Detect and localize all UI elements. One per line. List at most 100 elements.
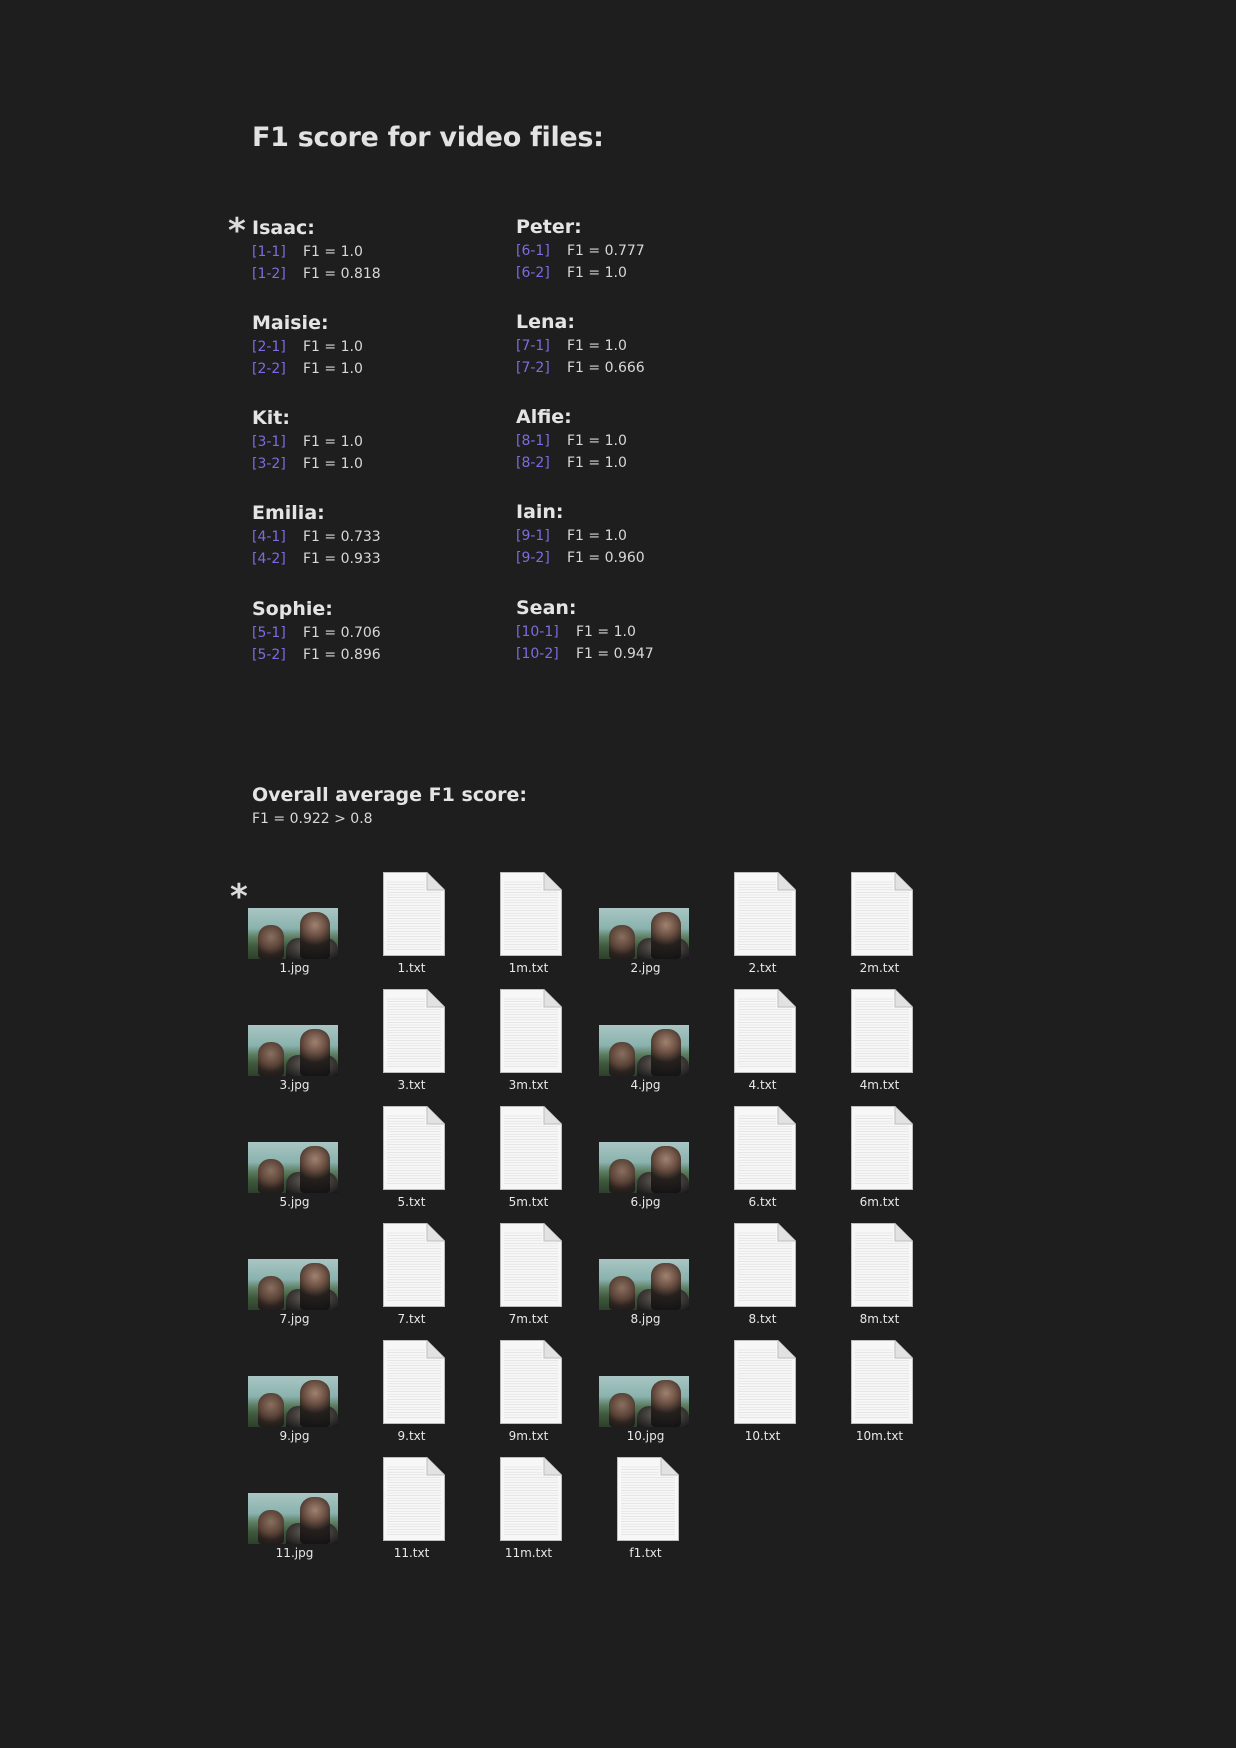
asterisk-marker-scores: * <box>228 211 246 251</box>
run-link[interactable]: [5-2] <box>252 644 286 666</box>
image-file-item[interactable]: 10.jpg <box>587 1340 704 1457</box>
score-value: F1 = 0.706 <box>303 625 381 641</box>
image-file-item[interactable]: 9.jpg <box>236 1340 353 1457</box>
text-file-item[interactable]: 9m.txt <box>470 1340 587 1457</box>
image-file-item[interactable]: 6.jpg <box>587 1106 704 1223</box>
text-file-icon <box>383 989 445 1073</box>
text-file-item[interactable]: 3m.txt <box>470 989 587 1106</box>
score-row: [9-1] F1 = 1.0 <box>516 525 736 547</box>
document-icon <box>851 1340 913 1424</box>
person-name: Isaac: <box>252 217 315 239</box>
image-thumbnail <box>599 1142 689 1193</box>
run-link[interactable]: [10-2] <box>516 643 559 665</box>
image-file-item[interactable]: 5.jpg <box>236 1106 353 1223</box>
file-name-label: 3m.txt <box>508 1078 549 1092</box>
text-file-item[interactable]: 10.txt <box>704 1340 821 1457</box>
image-file-item[interactable]: 1.jpg <box>236 872 353 989</box>
text-file-item[interactable]: 2m.txt <box>821 872 938 989</box>
image-file-item[interactable]: 7.jpg <box>236 1223 353 1340</box>
text-file-icon <box>500 1106 562 1190</box>
document-icon <box>617 1457 679 1541</box>
text-file-icon <box>500 1457 562 1541</box>
image-file-item[interactable]: 2.jpg <box>587 872 704 989</box>
image-file-item[interactable]: 11.jpg <box>236 1457 353 1574</box>
person-name: Kit: <box>252 407 290 429</box>
file-name-label: 9.jpg <box>279 1429 310 1443</box>
file-name-label: 4.jpg <box>630 1078 661 1092</box>
text-file-item[interactable]: 9.txt <box>353 1340 470 1457</box>
score-row: [6-2] F1 = 1.0 <box>516 262 736 284</box>
text-file-item[interactable]: 8m.txt <box>821 1223 938 1340</box>
run-link[interactable]: [4-2] <box>252 548 286 570</box>
text-file-icon <box>500 1223 562 1307</box>
image-file-item[interactable]: 3.jpg <box>236 989 353 1106</box>
document-icon <box>500 1223 562 1307</box>
run-link[interactable]: [2-2] <box>252 358 286 380</box>
person-name: Emilia: <box>252 502 325 524</box>
text-file-item[interactable]: 4.txt <box>704 989 821 1106</box>
image-file-item[interactable]: 4.jpg <box>587 989 704 1106</box>
run-link[interactable]: [5-1] <box>252 622 286 644</box>
run-link[interactable]: [10-1] <box>516 621 559 643</box>
text-file-icon <box>734 1223 796 1307</box>
text-file-item[interactable]: 3.txt <box>353 989 470 1106</box>
file-name-label: f1.txt <box>629 1546 662 1560</box>
document-icon <box>500 989 562 1073</box>
text-file-item[interactable]: 1m.txt <box>470 872 587 989</box>
run-link[interactable]: [1-2] <box>252 263 286 285</box>
run-link[interactable]: [7-2] <box>516 357 550 379</box>
file-name-label: 6.jpg <box>630 1195 661 1209</box>
text-file-item[interactable]: 6.txt <box>704 1106 821 1223</box>
text-file-item[interactable]: f1.txt <box>587 1457 704 1574</box>
run-link[interactable]: [1-1] <box>252 241 286 263</box>
file-name-label: 4.txt <box>748 1078 777 1092</box>
person-name: Iain: <box>516 501 564 523</box>
text-file-item[interactable]: 7m.txt <box>470 1223 587 1340</box>
text-file-item[interactable]: 6m.txt <box>821 1106 938 1223</box>
document-icon <box>500 872 562 956</box>
score-row: [8-2] F1 = 1.0 <box>516 452 736 474</box>
file-name-label: 6m.txt <box>859 1195 900 1209</box>
document-icon <box>734 989 796 1073</box>
run-link[interactable]: [3-2] <box>252 453 286 475</box>
text-file-icon <box>734 1106 796 1190</box>
text-file-item[interactable]: 10m.txt <box>821 1340 938 1457</box>
run-link[interactable]: [8-2] <box>516 452 550 474</box>
person-block-kit: Kit: [3-1] F1 = 1.0 [3-2] F1 = 1.0 <box>252 406 472 475</box>
run-link[interactable]: [2-1] <box>252 336 286 358</box>
text-file-item[interactable]: 8.txt <box>704 1223 821 1340</box>
text-file-item[interactable]: 11.txt <box>353 1457 470 1574</box>
text-file-item[interactable]: 4m.txt <box>821 989 938 1106</box>
score-value: F1 = 0.960 <box>567 550 645 566</box>
text-file-item[interactable]: 11m.txt <box>470 1457 587 1574</box>
score-value: F1 = 0.777 <box>567 243 645 259</box>
text-file-item[interactable]: 7.txt <box>353 1223 470 1340</box>
image-file-item[interactable]: 8.jpg <box>587 1223 704 1340</box>
image-thumbnail <box>599 1376 689 1427</box>
score-value: F1 = 0.666 <box>567 360 645 376</box>
score-row: [6-1] F1 = 0.777 <box>516 240 736 262</box>
text-file-item[interactable]: 5m.txt <box>470 1106 587 1223</box>
text-file-item[interactable]: 2.txt <box>704 872 821 989</box>
text-file-item[interactable]: 5.txt <box>353 1106 470 1223</box>
run-link[interactable]: [9-1] <box>516 525 550 547</box>
run-link[interactable]: [6-2] <box>516 262 550 284</box>
run-link[interactable]: [3-1] <box>252 431 286 453</box>
file-name-label: 7.jpg <box>279 1312 310 1326</box>
document-icon <box>734 1223 796 1307</box>
run-link[interactable]: [9-2] <box>516 547 550 569</box>
text-file-item[interactable]: 1.txt <box>353 872 470 989</box>
score-value: F1 = 1.0 <box>303 361 363 377</box>
file-name-label: 5.jpg <box>279 1195 310 1209</box>
file-name-label: 11m.txt <box>504 1546 553 1560</box>
run-link[interactable]: [8-1] <box>516 430 550 452</box>
score-value: F1 = 1.0 <box>567 455 627 471</box>
run-link[interactable]: [6-1] <box>516 240 550 262</box>
file-name-label: 6.txt <box>748 1195 777 1209</box>
document-icon <box>734 872 796 956</box>
document-icon <box>383 1340 445 1424</box>
run-link[interactable]: [7-1] <box>516 335 550 357</box>
run-link[interactable]: [4-1] <box>252 526 286 548</box>
person-block-alfie: Alfie: [8-1] F1 = 1.0 [8-2] F1 = 1.0 <box>516 405 736 474</box>
text-file-icon <box>500 989 562 1073</box>
